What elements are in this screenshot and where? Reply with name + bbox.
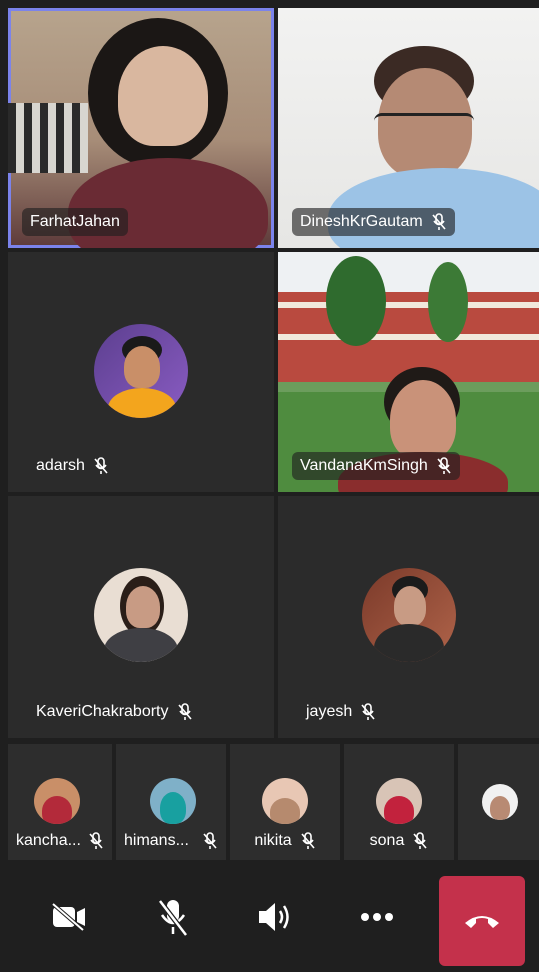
participant-name: nikita [254,832,292,849]
avatar [94,568,188,662]
participant-name: FarhatJahan [30,213,120,230]
mic-off-icon [432,213,446,230]
strip-tile-himans[interactable]: himans... [116,744,226,860]
participant-tile-kaverichakraborty[interactable]: KaveriChakraborty [8,496,274,738]
avatar [34,778,80,824]
participant-tile-jayesh[interactable]: jayesh [278,496,539,738]
mic-off-icon [437,457,451,474]
strip-label: kancha... [16,832,104,850]
participant-tile-dineshkrgautam[interactable]: DineshKrGautam [278,8,539,248]
mic-off-icon [361,703,375,720]
mic-off-icon [89,832,103,849]
strip-tile-sona[interactable]: sona [344,744,454,860]
mic-off-icon [413,832,427,849]
hang-up-button[interactable] [439,876,525,966]
avatar [94,324,188,418]
participant-name-chip: adarsh [28,452,117,480]
avatar [150,778,196,824]
speaker-button[interactable] [240,882,310,952]
camera-toggle-button[interactable] [34,882,104,952]
mic-off-icon [158,899,188,937]
strip-label: himans... [124,832,218,850]
participant-name-chip: VandanaKmSingh [292,452,460,480]
mic-off-icon [94,457,108,474]
participant-name: sona [369,832,405,849]
participant-name-chip: DineshKrGautam [292,208,455,236]
participant-name: DineshKrGautam [300,213,423,230]
participant-name-chip: KaveriChakraborty [28,698,201,726]
more-options-button[interactable] [342,882,412,952]
strip-tile-partial[interactable] [458,744,539,860]
participant-tile-farhatjahan[interactable]: FarhatJahan [8,8,274,248]
more-icon [361,913,393,921]
mic-off-icon [301,832,315,849]
avatar [362,568,456,662]
speaker-icon [259,903,289,931]
call-toolbar [0,862,539,972]
strip-tile-nikita[interactable]: nikita [230,744,340,860]
participant-name-chip: jayesh [298,698,384,726]
mic-toggle-button[interactable] [138,882,208,952]
participant-tile-vandanakmsingh[interactable]: VandanaKmSingh [278,252,539,492]
participant-name-chip: FarhatJahan [22,208,128,236]
participant-name: adarsh [36,457,85,474]
avatar [376,778,422,824]
hang-up-icon [465,916,499,928]
avatar [482,784,518,820]
strip-label: sona [352,832,446,850]
mic-off-icon [203,832,217,849]
strip-label: nikita [238,832,332,850]
participant-name: VandanaKmSingh [300,457,428,474]
mic-off-icon [177,703,192,720]
camera-off-icon [51,902,85,932]
participant-name: himans... [124,832,189,849]
participant-tile-adarsh[interactable]: adarsh [8,252,274,492]
avatar [262,778,308,824]
participant-name: kancha... [16,832,81,849]
participant-name: jayesh [306,703,353,720]
strip-tile-kancha[interactable]: kancha... [8,744,112,860]
participant-name: KaveriChakraborty [36,703,169,720]
